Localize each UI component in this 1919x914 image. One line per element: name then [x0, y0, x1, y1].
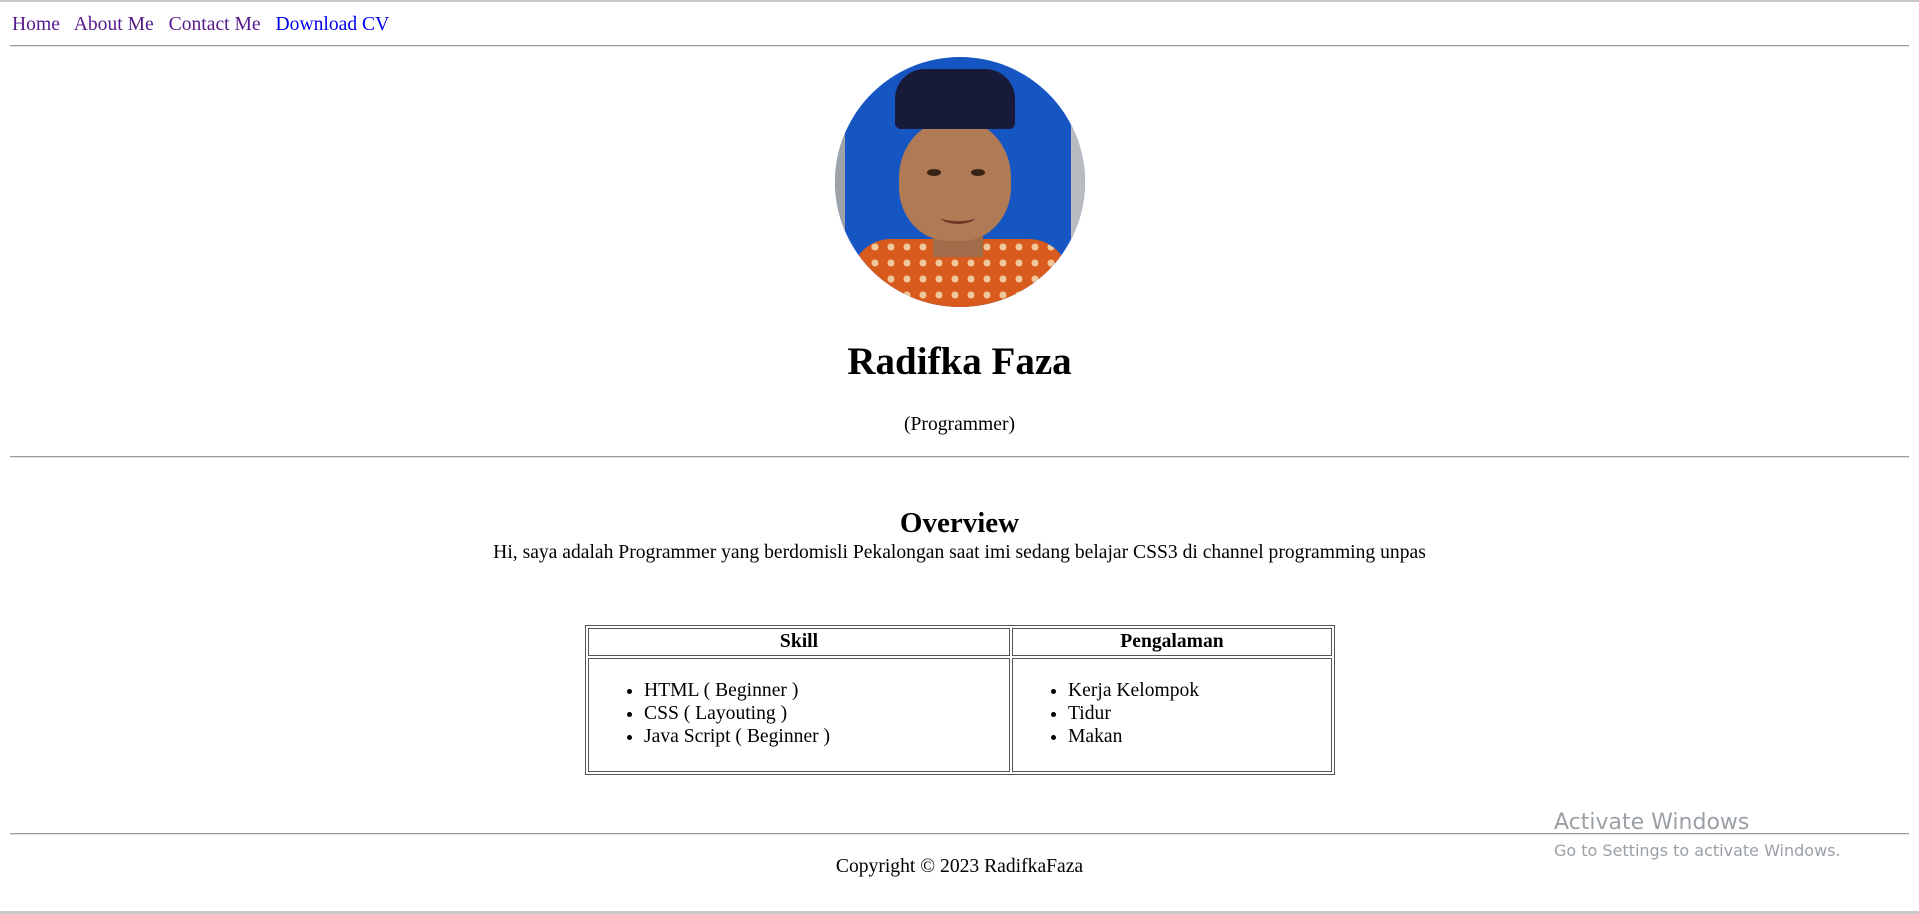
header-divider — [10, 456, 1909, 458]
list-item: Makan — [1068, 725, 1331, 748]
nav-link-contact-me[interactable]: Contact Me — [169, 14, 261, 35]
nav-link-about-me[interactable]: About Me — [74, 14, 154, 35]
table-header-row: Skill Pengalaman — [588, 628, 1332, 656]
experience-cell: Kerja Kelompok Tidur Makan — [1012, 658, 1332, 772]
profile-role: (Programmer) — [904, 414, 1015, 435]
watermark-subtitle: Go to Settings to activate Windows. — [1554, 841, 1841, 860]
skills-cell: HTML ( Beginner ) CSS ( Layouting ) Java… — [588, 658, 1010, 772]
profile-photo — [835, 57, 1085, 307]
list-item: HTML ( Beginner ) — [644, 679, 1009, 702]
skills-list: HTML ( Beginner ) CSS ( Layouting ) Java… — [589, 679, 1009, 748]
watermark-title: Activate Windows — [1554, 810, 1750, 835]
list-item: Kerja Kelompok — [1068, 679, 1331, 702]
list-item: Tidur — [1068, 702, 1331, 725]
list-item: CSS ( Layouting ) — [644, 702, 1009, 725]
overview-text: Hi, saya adalah Programmer yang berdomis… — [493, 542, 1426, 563]
window-top-border — [0, 0, 1919, 2]
list-item: Java Script ( Beginner ) — [644, 725, 1009, 748]
table-row: HTML ( Beginner ) CSS ( Layouting ) Java… — [588, 658, 1332, 772]
profile-name: Radifka Faza — [847, 340, 1072, 383]
table-header-skill: Skill — [588, 628, 1010, 656]
overview-title: Overview — [899, 507, 1020, 540]
nav-link-home[interactable]: Home — [12, 14, 60, 35]
experience-list: Kerja Kelompok Tidur Makan — [1013, 679, 1331, 748]
activate-windows-watermark: Activate Windows Go to Settings to activ… — [1554, 808, 1841, 862]
table-header-pengalaman: Pengalaman — [1012, 628, 1332, 656]
skills-experience-table: Skill Pengalaman HTML ( Beginner ) CSS (… — [585, 625, 1335, 775]
nav-link-download-cv[interactable]: Download CV — [276, 14, 390, 35]
top-nav: Home About Me Contact Me Download CV — [12, 12, 399, 38]
nav-divider — [10, 45, 1909, 47]
